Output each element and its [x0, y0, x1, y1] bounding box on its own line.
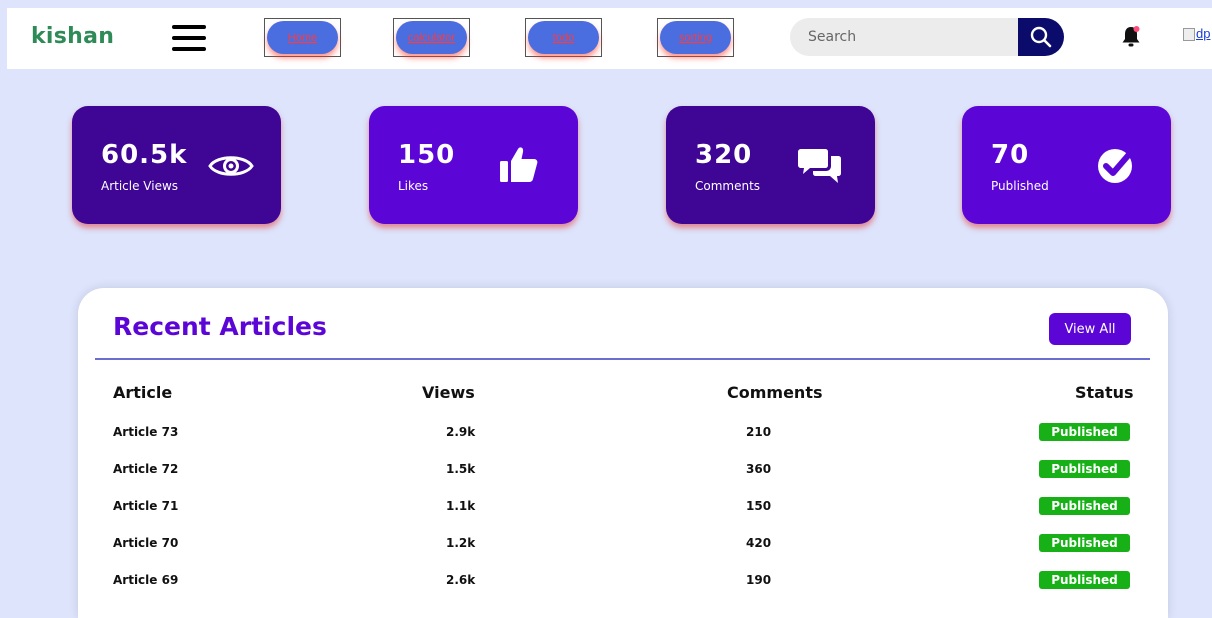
search-input[interactable]: [790, 18, 1030, 56]
search-button[interactable]: [1018, 18, 1064, 56]
status-badge: Published: [1039, 423, 1130, 441]
stat-value: 70: [991, 140, 1030, 170]
search-icon: [1030, 26, 1052, 48]
nav-home-button[interactable]: Home: [264, 18, 341, 57]
column-header-status: Status: [1075, 383, 1134, 402]
stat-value: 150: [398, 140, 456, 170]
cell-comments: 360: [746, 462, 772, 476]
cell-comments: 190: [746, 573, 772, 587]
stat-card-comments: 320 Comments: [666, 106, 875, 224]
status-badge: Published: [1039, 497, 1130, 515]
stat-value: 320: [695, 140, 753, 170]
status-badge: Published: [1039, 534, 1130, 552]
cell-article: Article 72: [113, 462, 179, 476]
stat-card-views: 60.5k Article Views: [72, 106, 281, 224]
divider: [95, 358, 1150, 360]
stat-label: Likes: [398, 179, 429, 193]
cell-views: 2.9k: [446, 425, 476, 439]
cell-views: 2.6k: [446, 573, 476, 587]
stat-label: Comments: [695, 179, 761, 193]
view-all-button[interactable]: View All: [1049, 313, 1131, 345]
notification-bell-icon[interactable]: [1120, 25, 1142, 49]
stat-card-published: 70 Published: [962, 106, 1171, 224]
nav-link-home[interactable]: Home: [288, 32, 317, 44]
logo[interactable]: kishan: [31, 24, 114, 49]
cell-article: Article 69: [113, 573, 179, 587]
stat-label: Published: [991, 179, 1049, 193]
status-badge: Published: [1039, 460, 1130, 478]
stat-card-likes: 150 Likes: [369, 106, 578, 224]
cell-views: 1.2k: [446, 536, 476, 550]
column-header-views: Views: [422, 383, 475, 402]
nav-link-calculator[interactable]: calculator: [408, 32, 455, 44]
cell-article: Article 73: [113, 425, 179, 439]
nav-link-todo[interactable]: todo: [553, 32, 574, 44]
column-header-comments: Comments: [727, 383, 823, 402]
check-circle-icon: [1098, 148, 1135, 183]
cell-article: Article 71: [113, 499, 179, 513]
cell-views: 1.5k: [446, 462, 476, 476]
comments-icon: [798, 149, 841, 183]
nav-calculator-button[interactable]: calculator: [393, 18, 470, 57]
hamburger-menu-icon[interactable]: [172, 25, 206, 51]
thumbs-up-icon: [500, 147, 538, 182]
cell-comments: 150: [746, 499, 772, 513]
cell-comments: 420: [746, 536, 772, 550]
stat-value: 60.5k: [101, 140, 188, 170]
nav-todo-button[interactable]: todo: [525, 18, 602, 57]
top-navbar: kishan Home calculator todo sorting dp: [7, 8, 1212, 69]
profile-avatar[interactable]: dp: [1183, 26, 1211, 42]
stat-label: Article Views: [101, 179, 179, 193]
panel-title: Recent Articles: [113, 312, 327, 341]
cell-comments: 210: [746, 425, 772, 439]
eye-icon: [208, 156, 254, 176]
recent-articles-panel: Recent Articles View All Article Views C…: [78, 288, 1168, 618]
cell-views: 1.1k: [446, 499, 476, 513]
nav-sorting-button[interactable]: sorting: [657, 18, 734, 57]
column-header-article: Article: [113, 383, 173, 402]
cell-article: Article 70: [113, 536, 179, 550]
profile-image-alt: dp: [1196, 26, 1211, 41]
nav-link-sorting[interactable]: sorting: [679, 32, 712, 44]
search-bar: [790, 18, 1064, 56]
status-badge: Published: [1039, 571, 1130, 589]
